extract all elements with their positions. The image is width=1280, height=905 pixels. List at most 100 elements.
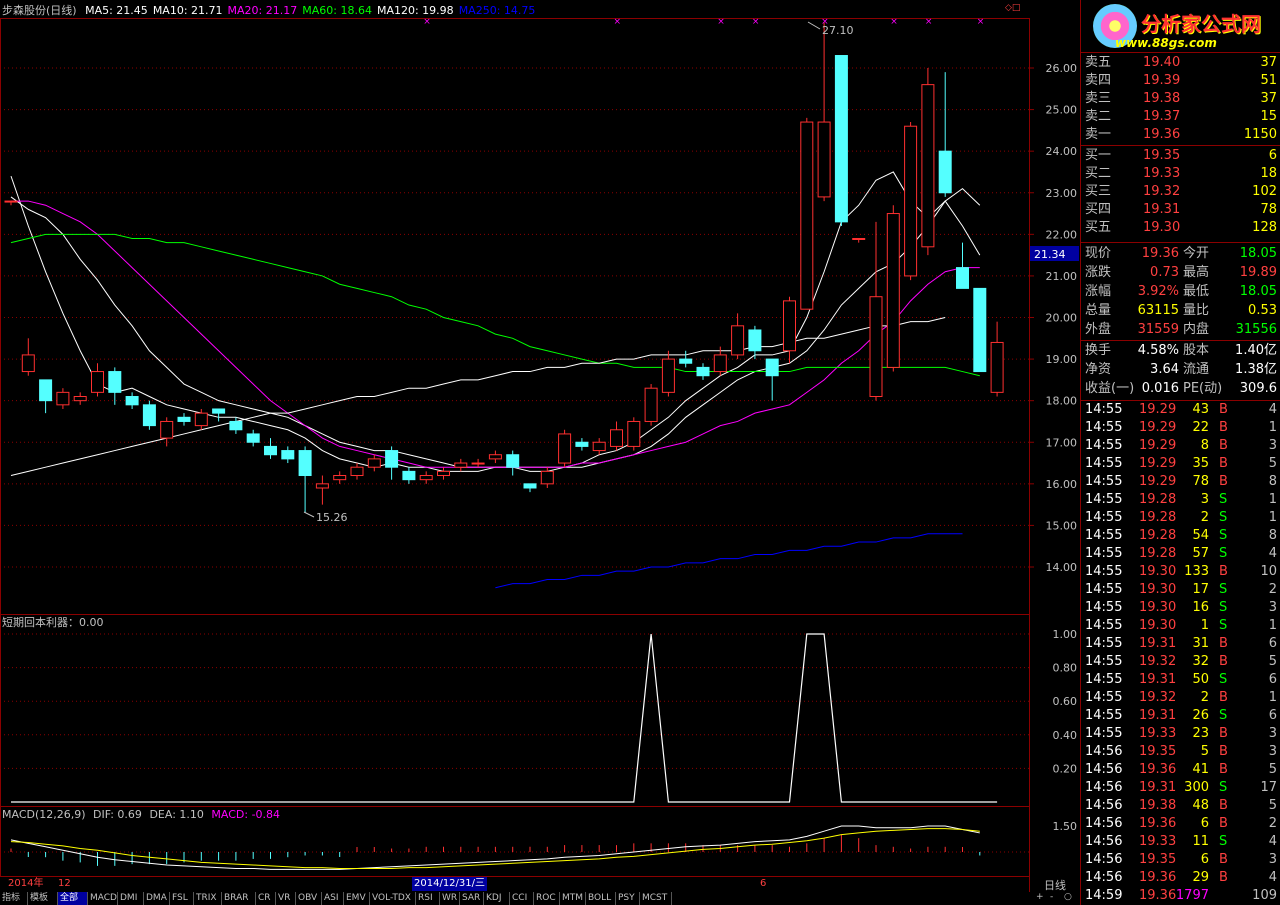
tab-sar[interactable]: SAR [460,892,484,905]
tick-row[interactable]: 14:55 19.32 32 B 5 [1081,653,1279,671]
tab-rsi[interactable]: RSI [416,892,440,905]
tab-roc[interactable]: ROC [534,892,560,905]
tick-count: 4 [1268,546,1277,561]
orderbook-row[interactable]: 买二 19.33 18 [1081,165,1279,183]
tick-row[interactable]: 14:56 19.36 6 B 2 [1081,815,1279,833]
tick-row[interactable]: 14:55 19.29 8 B 3 [1081,437,1279,455]
tab-control-button[interactable]: ○ [1064,892,1072,902]
tick-row[interactable]: 14:55 19.32 2 B 1 [1081,689,1279,707]
quote-panel: 分析家公式网 www.88gs.com 卖五 19.40 37 卖四 19.39 51 卖三… [1080,0,1280,905]
tick-row[interactable]: 14:56 19.38 48 B 5 [1081,797,1279,815]
timeline[interactable]: 2014年 12 2014/12/31/三 6 [0,877,1029,891]
tick-row[interactable]: 14:55 19.29 43 B 4 [1081,401,1279,419]
tick-row[interactable]: 14:55 19.30 1 S 1 [1081,617,1279,635]
orderbook-row[interactable]: 买一 19.35 6 [1081,147,1279,165]
tab-control-button[interactable]: - [1050,892,1053,902]
tab-cr[interactable]: CR [256,892,276,905]
tab-brar[interactable]: BRAR [222,892,256,905]
price-chart[interactable]: 26.00 25.00 24.00 23.00 22.00 21.00 20.00 19.00… [0,0,1080,892]
tick-row[interactable]: 14:59 19.36 1797 109 [1081,887,1279,905]
tick-row[interactable]: 14:56 19.33 11 S 4 [1081,833,1279,851]
orderbook-price: 19.31 [1143,202,1181,217]
orderbook-row[interactable]: 卖四 19.39 51 [1081,72,1279,90]
tick-row[interactable]: 14:56 19.36 41 B 5 [1081,761,1279,779]
candle-body-up [731,325,745,356]
tab-macd[interactable]: MACD [88,892,118,905]
tab-全部[interactable]: 全部 [58,892,88,905]
tab-boll[interactable]: BOLL [586,892,616,905]
tick-row[interactable]: 14:55 19.30 16 S 3 [1081,599,1279,617]
orderbook-row[interactable]: 卖二 19.37 15 [1081,108,1279,126]
tick-count: 4 [1268,870,1277,885]
tick-side: S [1219,600,1228,615]
tab-dma[interactable]: DMA [144,892,170,905]
tab-kdj[interactable]: KDJ [484,892,510,905]
orderbook-row[interactable]: 买五 19.30 128 [1081,219,1279,237]
orderbook-row[interactable]: 卖五 19.40 37 [1081,54,1279,72]
tick-volume: 6 [1200,816,1209,831]
tab-obv[interactable]: OBV [296,892,322,905]
tab-asi[interactable]: ASI [322,892,344,905]
candle-body-up [419,475,433,481]
tab-trix[interactable]: TRIX [194,892,222,905]
candle-body-up [367,458,381,468]
tick-time: 14:56 [1085,816,1123,831]
tick-row[interactable]: 14:55 19.30 133 B 10 [1081,563,1279,581]
period-label[interactable]: 日线 [1044,877,1066,893]
tick-row[interactable]: 14:55 19.28 3 S 1 [1081,491,1279,509]
tab-模板[interactable]: 模板 [28,892,58,905]
tick-row[interactable]: 14:55 19.31 50 S 6 [1081,671,1279,689]
candle-body-up [886,213,900,368]
ma-line-ma60 [10,233,980,377]
tick-side: B [1219,762,1228,777]
tick-row[interactable]: 14:55 19.28 57 S 4 [1081,545,1279,563]
tick-volume: 23 [1192,726,1209,741]
candle-body-up [852,237,866,240]
orderbook-row[interactable]: 卖一 19.36 1150 [1081,126,1279,144]
quote-value: 0.73 [1150,265,1179,280]
tab-psy[interactable]: PSY [616,892,640,905]
orderbook-row[interactable]: 买三 19.32 102 [1081,183,1279,201]
orderbook-row[interactable]: 卖三 19.38 37 [1081,90,1279,108]
orderbook-volume: 18 [1260,166,1277,181]
tab-mcst[interactable]: MCST [640,892,672,905]
tab-vol-tdx[interactable]: VOL-TDX [370,892,416,905]
tab-vr[interactable]: VR [276,892,296,905]
tick-volume: 78 [1192,474,1209,489]
tab-control-button[interactable]: + [1036,892,1044,902]
tab-cci[interactable]: CCI [510,892,534,905]
tick-count: 5 [1268,654,1277,669]
tick-row[interactable]: 14:56 19.36 29 B 4 [1081,869,1279,887]
tick-row[interactable]: 14:56 19.35 6 B 3 [1081,851,1279,869]
price-tick-label: 21.00 [1046,270,1078,283]
tick-side: B [1219,420,1228,435]
orderbook-row[interactable]: 买四 19.31 78 [1081,201,1279,219]
tick-row[interactable]: 14:55 19.33 23 B 3 [1081,725,1279,743]
tab-dmi[interactable]: DMI [118,892,144,905]
tick-count: 8 [1268,528,1277,543]
tick-count: 6 [1268,672,1277,687]
tick-row[interactable]: 14:55 19.29 35 B 5 [1081,455,1279,473]
tick-price: 19.35 [1139,744,1177,759]
tab-emv[interactable]: EMV [344,892,370,905]
tick-row[interactable]: 14:55 19.31 26 S 6 [1081,707,1279,725]
tick-price: 19.29 [1139,438,1177,453]
tick-row[interactable]: 14:56 19.31 300 S 17 [1081,779,1279,797]
tab-wr[interactable]: WR [440,892,460,905]
tick-time: 14:55 [1085,546,1123,561]
tick-price: 19.36 [1139,762,1177,777]
tick-row[interactable]: 14:55 19.29 78 B 8 [1081,473,1279,491]
tick-row[interactable]: 14:55 19.28 54 S 8 [1081,527,1279,545]
signal-x-mark: × [925,17,933,27]
macd-legend: MACD(12,26,9) DIF: 0.69 DEA: 1.10 MACD: … [2,808,280,821]
timeline-selected-date[interactable]: 2014/12/31/三 [412,877,488,891]
tab-mtm[interactable]: MTM [560,892,586,905]
tick-side: B [1219,870,1228,885]
tab-fsl[interactable]: FSL [170,892,194,905]
tick-row[interactable]: 14:56 19.35 5 B 3 [1081,743,1279,761]
tick-row[interactable]: 14:55 19.30 17 S 2 [1081,581,1279,599]
tick-row[interactable]: 14:55 19.31 31 B 6 [1081,635,1279,653]
tick-row[interactable]: 14:55 19.28 2 S 1 [1081,509,1279,527]
tick-row[interactable]: 14:55 19.29 22 B 1 [1081,419,1279,437]
tab-指标[interactable]: 指标 [0,892,28,905]
